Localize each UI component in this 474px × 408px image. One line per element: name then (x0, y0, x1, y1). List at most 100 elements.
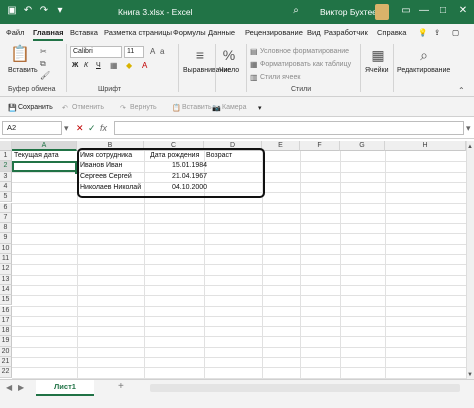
font-size-select[interactable]: 11 (124, 46, 144, 58)
borders-icon[interactable]: ▦ (110, 61, 118, 71)
format-table-icon[interactable]: ▦ (250, 60, 258, 70)
cell-a1[interactable]: Текущая дата (14, 151, 59, 161)
column-header-h[interactable]: H (385, 141, 466, 151)
row-header[interactable]: 15 (0, 295, 12, 306)
selected-cell[interactable] (12, 161, 79, 174)
copy-icon[interactable]: ⧉ (40, 59, 46, 69)
insert-function-icon[interactable]: fx (100, 122, 107, 134)
bold-button[interactable]: Ж (72, 62, 78, 69)
alignment-icon[interactable]: ≡ (190, 47, 210, 63)
cut-icon[interactable]: ✂ (40, 47, 47, 57)
qat-paste-button[interactable]: Вставить (182, 104, 212, 111)
row-header[interactable]: 19 (0, 336, 12, 347)
row-header[interactable]: 1 (0, 151, 12, 162)
row-header[interactable]: 7 (0, 212, 12, 224)
save-icon[interactable]: 💾 (8, 104, 17, 112)
add-sheet-button[interactable]: + (118, 381, 124, 392)
tab-file[interactable]: Файл (6, 28, 24, 37)
format-table-button[interactable]: Форматировать как таблицу (260, 61, 351, 68)
tab-review[interactable]: Рецензирование (245, 28, 303, 37)
tell-me-icon[interactable]: 💡 (418, 28, 427, 37)
tab-formulas[interactable]: Формулы (173, 28, 206, 37)
qat-more-icon[interactable]: ▾ (258, 104, 262, 112)
row-header[interactable]: 17 (0, 315, 12, 327)
name-box-dropdown-icon[interactable]: ▾ (64, 122, 69, 134)
avatar[interactable] (375, 4, 389, 20)
tab-page-layout[interactable]: Разметка страницы (104, 28, 172, 37)
undo-icon[interactable]: ↶ (62, 104, 68, 112)
row-header[interactable]: 22 (0, 367, 12, 378)
column-header-a[interactable]: A (12, 141, 77, 151)
cancel-icon[interactable]: ✕ (76, 122, 84, 134)
qat-camera-button[interactable]: Камера (222, 104, 246, 111)
column-header-e[interactable]: E (262, 141, 300, 151)
column-header-f[interactable]: F (300, 141, 340, 151)
paste-button[interactable]: Вставить (8, 67, 38, 74)
row-header[interactable]: 5 (0, 192, 12, 203)
cell-styles-button[interactable]: Стили ячеек (260, 74, 300, 81)
paste-icon[interactable]: 📋 (10, 47, 30, 63)
qat-customize-icon[interactable]: ▾ (54, 5, 66, 17)
column-header-g[interactable]: G (340, 141, 385, 151)
minimize-button[interactable]: — (417, 4, 431, 18)
expand-formula-icon[interactable]: ▾ (466, 122, 471, 134)
row-header[interactable]: 9 (0, 233, 12, 244)
comments-icon[interactable]: ▢ (452, 28, 459, 37)
row-header[interactable]: 20 (0, 346, 12, 357)
format-painter-icon[interactable]: 🖌 (40, 71, 50, 81)
row-header[interactable]: 3 (0, 171, 12, 182)
font-color-icon[interactable]: A (142, 61, 147, 71)
row-header[interactable]: 6 (0, 202, 12, 213)
row-header[interactable]: 18 (0, 326, 12, 337)
qat-save-button[interactable]: Сохранить (18, 104, 53, 111)
close-button[interactable]: ✕ (456, 4, 470, 18)
row-header[interactable]: 11 (0, 254, 12, 265)
font-name-select[interactable]: Calibri (70, 46, 122, 58)
conditional-format-icon[interactable]: ▤ (250, 47, 258, 57)
row-header[interactable]: 8 (0, 223, 12, 234)
tab-data[interactable]: Данные (208, 28, 235, 37)
cells-button[interactable]: Ячейки (365, 67, 388, 74)
undo-icon[interactable]: ↶ (22, 5, 34, 17)
collapse-ribbon-icon[interactable]: ⌃ (458, 86, 465, 96)
share-icon[interactable]: ⇪ (434, 28, 440, 37)
next-sheet-icon[interactable]: ▶ (18, 383, 24, 392)
cells-icon[interactable]: ▦ (368, 47, 388, 63)
underline-button[interactable]: Ч (96, 62, 101, 69)
name-box[interactable]: A2 (2, 121, 62, 135)
redo-icon[interactable]: ↷ (120, 104, 126, 112)
save-icon[interactable]: ▣ (6, 5, 18, 17)
row-header[interactable]: 21 (0, 357, 12, 368)
maximize-button[interactable]: □ (436, 4, 450, 18)
row-header[interactable]: 14 (0, 284, 12, 296)
redo-icon[interactable]: ↷ (38, 5, 50, 17)
decrease-font-icon[interactable]: a (160, 47, 164, 57)
row-header[interactable]: 2 (0, 161, 12, 172)
percent-icon[interactable]: % (219, 47, 239, 63)
search-icon[interactable]: ⌕ (290, 5, 302, 17)
prev-sheet-icon[interactable]: ◀ (6, 383, 12, 392)
row-header[interactable]: 10 (0, 243, 12, 254)
qat-redo-button[interactable]: Вернуть (130, 104, 157, 111)
formula-input[interactable] (114, 121, 464, 135)
fill-color-icon[interactable]: ◆ (126, 61, 132, 71)
sheet-tab-list1[interactable]: Лист1 (36, 380, 94, 396)
user-name[interactable]: Виктор Бухтеев (320, 7, 381, 17)
horizontal-scrollbar[interactable] (150, 384, 460, 392)
select-all-corner[interactable] (0, 141, 12, 151)
italic-button[interactable]: К (84, 62, 88, 69)
enter-icon[interactable]: ✓ (88, 122, 96, 134)
row-header[interactable]: 13 (0, 274, 12, 285)
row-header[interactable]: 16 (0, 305, 12, 316)
camera-icon[interactable]: 📷 (212, 104, 221, 112)
vertical-scrollbar[interactable] (466, 141, 474, 379)
conditional-format-button[interactable]: Условное форматирование (260, 48, 349, 55)
search-icon[interactable]: ⌕ (414, 47, 434, 63)
row-header[interactable]: 4 (0, 181, 12, 193)
editing-button[interactable]: Редактирование (397, 67, 450, 74)
paste-icon[interactable]: 📋 (172, 104, 181, 112)
tab-help[interactable]: Справка (377, 28, 406, 37)
increase-font-icon[interactable]: A (150, 47, 155, 57)
tab-insert[interactable]: Вставка (70, 28, 98, 37)
tab-home[interactable]: Главная (33, 28, 64, 37)
